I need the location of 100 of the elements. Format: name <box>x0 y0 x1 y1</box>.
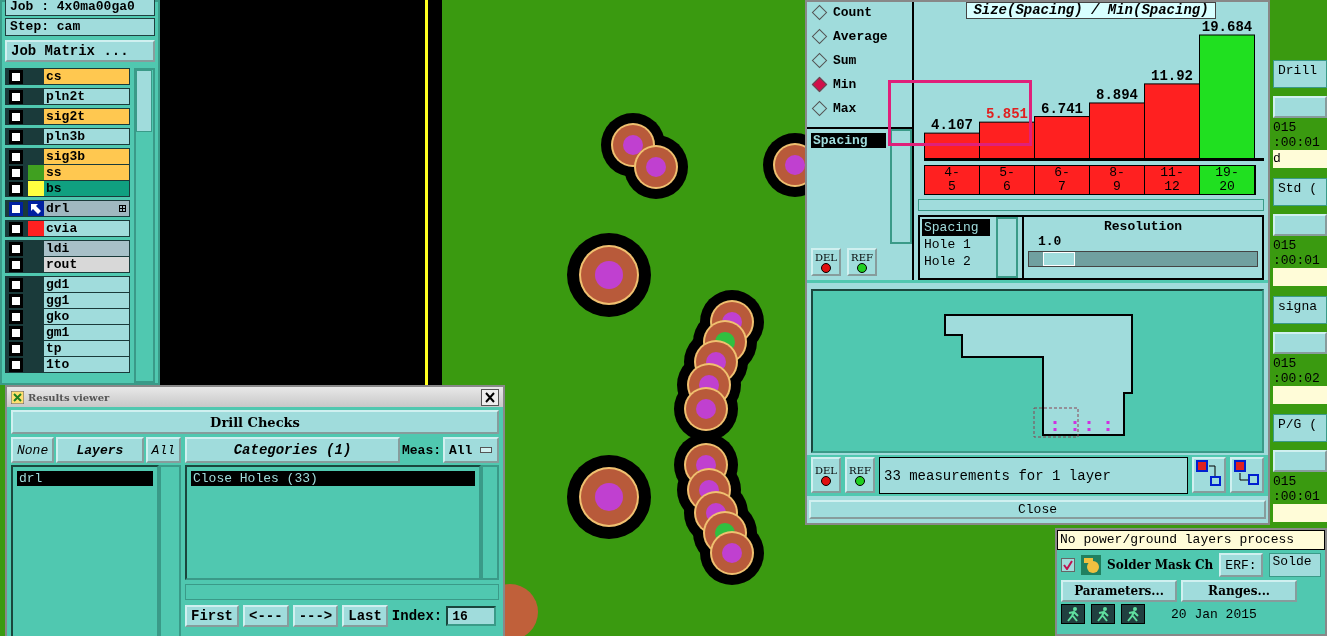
layers-filter-button[interactable]: None <box>11 437 55 463</box>
layer-name[interactable]: rout <box>44 257 129 272</box>
scrollbar[interactable] <box>159 465 181 636</box>
layer-name[interactable]: cs <box>44 69 129 84</box>
layer-checkbox[interactable] <box>9 129 23 144</box>
layer-name[interactable]: pln2t <box>44 89 129 104</box>
reference-button[interactable]: REF <box>847 248 877 276</box>
check-checkbox[interactable] <box>1061 558 1075 572</box>
runner-icon[interactable] <box>1061 604 1085 624</box>
layer-name[interactable]: gd1 <box>44 277 129 292</box>
layer-name[interactable]: sig2t <box>44 109 129 124</box>
export-chart-icon[interactable] <box>1192 457 1226 493</box>
layer-name[interactable]: cvia <box>44 221 129 236</box>
layer-checkbox[interactable] <box>9 89 23 104</box>
histogram-bar[interactable] <box>1034 115 1090 160</box>
horizontal-scrollbar[interactable] <box>185 584 499 600</box>
layer-checkbox[interactable] <box>9 165 23 180</box>
import-chart-icon[interactable] <box>1230 457 1264 493</box>
layer-checkbox[interactable] <box>9 309 23 324</box>
panel-button[interactable]: Ranges... <box>1181 580 1297 602</box>
layer-name[interactable]: gg1 <box>44 293 129 308</box>
close-icon[interactable] <box>481 388 499 406</box>
list-item[interactable]: drl <box>17 471 153 486</box>
status-message: No power/ground layers process <box>1057 530 1325 550</box>
meas-dropdown[interactable]: All <box>443 437 499 463</box>
slider-thumb[interactable] <box>1042 251 1075 266</box>
scrollbar[interactable] <box>481 465 499 580</box>
check-field[interactable]: Drill <box>1273 60 1327 88</box>
nav-button[interactable]: First <box>185 605 239 627</box>
layer-checkbox[interactable] <box>9 325 23 340</box>
check-button[interactable] <box>1273 450 1327 472</box>
layer-name[interactable]: drl <box>44 201 129 216</box>
check-button[interactable] <box>1273 96 1327 118</box>
layer-checkbox[interactable] <box>9 293 23 308</box>
check-date: 20 Jan 2015 <box>1171 606 1257 622</box>
list-item[interactable]: Spacing <box>811 133 886 148</box>
measure-radio[interactable]: Sum <box>811 51 908 69</box>
resolution-slider[interactable] <box>1028 250 1258 267</box>
layer-name[interactable]: sig3b <box>44 149 129 164</box>
scrollbar[interactable] <box>890 129 912 244</box>
scrollbar[interactable] <box>996 216 1018 278</box>
nav-button[interactable]: Last <box>342 605 388 627</box>
job-label: Job : 4x0ma00ga0 <box>5 0 155 16</box>
layer-name[interactable]: bs <box>44 181 129 196</box>
layer-name[interactable]: 1to <box>44 357 129 372</box>
delete-button[interactable]: DEL <box>811 248 841 276</box>
close-button[interactable]: Close <box>809 500 1266 519</box>
erf-field[interactable]: Solde <box>1268 553 1321 577</box>
layer-checkbox[interactable] <box>9 277 23 292</box>
expand-icon <box>118 205 126 212</box>
list-item[interactable]: Hole 2 <box>922 252 990 270</box>
erf-button[interactable]: ERF: <box>1219 553 1263 577</box>
layer-checkbox[interactable] <box>9 257 23 272</box>
measure-radio[interactable]: Count <box>811 3 908 21</box>
reference-button[interactable]: REF <box>845 457 875 493</box>
histogram-bar[interactable] <box>1199 34 1255 160</box>
layer-checkbox[interactable] <box>9 69 23 84</box>
layers-filter-button[interactable]: Layers <box>56 437 144 463</box>
layer-name[interactable]: gm1 <box>44 325 129 340</box>
layer-name[interactable]: pln3b <box>44 129 129 144</box>
check-field[interactable]: signa <box>1273 296 1327 324</box>
layer-checkbox[interactable] <box>9 149 23 164</box>
layer-checkbox[interactable] <box>9 181 23 196</box>
check-button[interactable] <box>1273 332 1327 354</box>
list-item[interactable]: Hole 1 <box>922 235 990 253</box>
layer-checkbox[interactable] <box>9 241 23 256</box>
nav-button[interactable]: <--- <box>243 605 289 627</box>
check-date: 015 <box>1273 238 1298 253</box>
check-field[interactable]: P/G ( <box>1273 414 1327 442</box>
runner-icon[interactable] <box>1121 604 1145 624</box>
layer-name[interactable]: tp <box>44 341 129 356</box>
list-item[interactable]: Spacing <box>922 218 990 236</box>
categories-button[interactable]: Categories (1) <box>185 437 400 463</box>
note-bar <box>1273 268 1327 286</box>
drill-checks-button[interactable]: Drill Checks <box>11 410 499 434</box>
layer-name[interactable]: gko <box>44 309 129 324</box>
layer-checkbox[interactable] <box>9 221 23 236</box>
measure-radio[interactable]: Max <box>811 99 908 117</box>
panel-button[interactable]: Parameters... <box>1061 580 1177 602</box>
delete-button[interactable]: DEL <box>811 457 841 493</box>
runner-icon[interactable] <box>1091 604 1115 624</box>
horizontal-scrollbar[interactable] <box>918 198 1264 211</box>
check-field[interactable]: Std ( <box>1273 178 1327 206</box>
layer-name[interactable]: ldi <box>44 241 129 256</box>
layer-checkbox[interactable] <box>9 357 23 372</box>
layer-checkbox[interactable] <box>9 341 23 356</box>
measure-radio[interactable]: Min <box>811 75 908 93</box>
check-button[interactable] <box>1273 214 1327 236</box>
note-bar <box>1273 386 1327 404</box>
measure-radio[interactable]: Average <box>811 27 908 45</box>
index-field[interactable]: 16 <box>446 606 497 626</box>
scrollbar[interactable] <box>133 68 155 383</box>
list-item[interactable]: Close Holes (33) <box>191 471 475 486</box>
check-note: d <box>1273 150 1327 168</box>
layer-name[interactable]: ss <box>44 165 129 180</box>
layer-checkbox[interactable] <box>9 201 23 216</box>
job-matrix-button[interactable]: Job Matrix ... <box>5 40 155 62</box>
layer-checkbox[interactable] <box>9 109 23 124</box>
nav-button[interactable]: ---> <box>292 605 339 627</box>
layers-filter-button[interactable]: All <box>145 437 181 463</box>
